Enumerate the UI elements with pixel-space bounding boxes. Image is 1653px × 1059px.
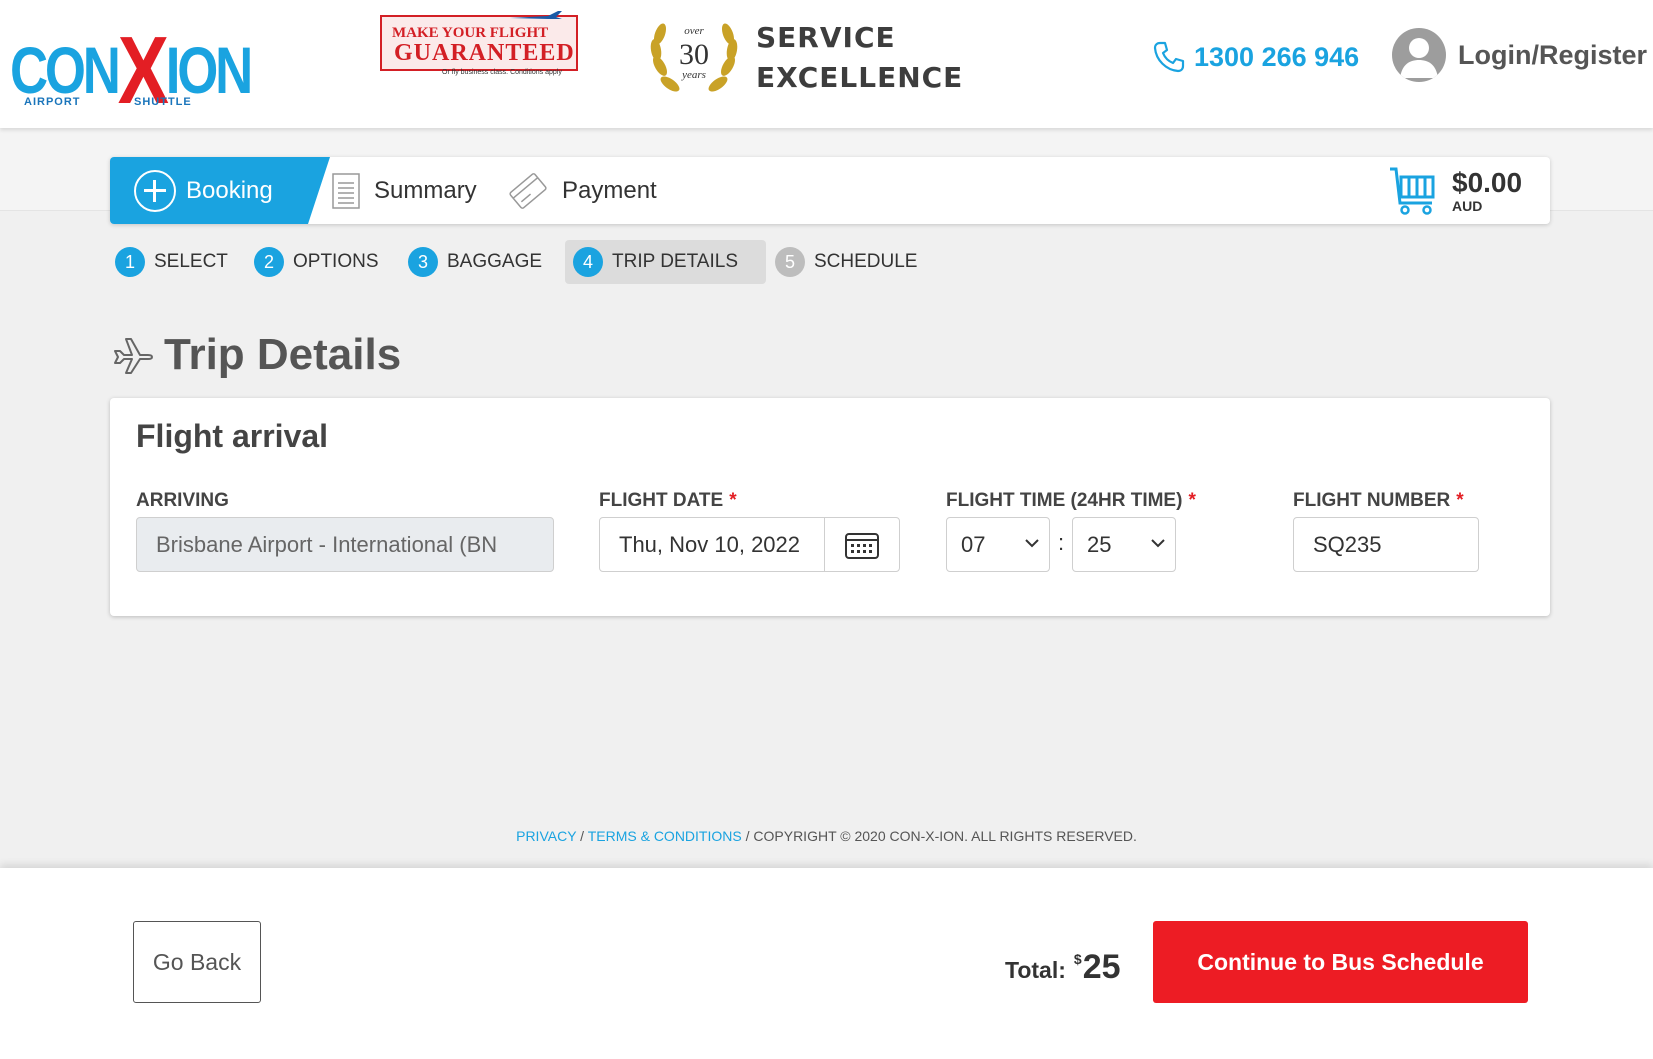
step-baggage[interactable]: 3 BAGGAGE [408, 240, 542, 284]
document-icon [332, 172, 360, 209]
arriving-field[interactable]: Brisbane Airport - International (BN [136, 517, 554, 572]
flight-number-input[interactable]: SQ235 [1293, 517, 1479, 572]
order-total: Total: $ 25 [1005, 948, 1121, 986]
phone-link[interactable]: 1300 266 946 [1152, 40, 1359, 74]
user-avatar-icon [1392, 28, 1446, 82]
airplane-icon [510, 11, 562, 19]
footer-links: PRIVACY / TERMS & CONDITIONS / COPYRIGHT… [516, 828, 1137, 844]
flight-hour-select[interactable]: 07 [946, 517, 1050, 572]
continue-to-bus-schedule-button[interactable]: Continue to Bus Schedule [1153, 921, 1528, 1003]
flight-arrival-card: Flight arrival ARRIVING Brisbane Airport… [110, 398, 1550, 616]
step-select[interactable]: 1 SELECT [115, 240, 228, 284]
step-trip-details[interactable]: 4 TRIP DETAILS [565, 240, 766, 284]
privacy-link[interactable]: PRIVACY [516, 828, 576, 844]
cart-summary[interactable]: $0.00 AUD [1388, 165, 1522, 217]
chevron-down-icon [1151, 539, 1165, 548]
tab-summary[interactable]: Summary [332, 157, 477, 224]
login-register-link[interactable]: Login/Register [1392, 28, 1647, 82]
chevron-down-icon [1025, 539, 1039, 548]
svg-text:over: over [684, 25, 704, 37]
flight-arrival-title: Flight arrival [136, 418, 329, 454]
calendar-icon [845, 532, 879, 559]
go-back-button[interactable]: Go Back [133, 921, 261, 1003]
bottom-action-bar: Go Back Total: $ 25 Continue to Bus Sche… [0, 868, 1653, 1059]
flight-time-label: FLIGHT TIME (24HR TIME) * [946, 490, 1196, 511]
shopping-cart-icon [1390, 167, 1435, 215]
flight-guarantee-banner: MAKE YOUR FLIGHT GUARANTEED Or fly busin… [380, 11, 578, 77]
flight-number-label: FLIGHT NUMBER * [1293, 490, 1464, 511]
copyright-text: / COPYRIGHT © 2020 CON-X-ION. ALL RIGHTS… [745, 828, 1137, 844]
checkout-tabs: Booking Summary Payment $0.00 AUD [110, 157, 1550, 224]
airplane-icon [114, 338, 153, 374]
laurel-award-icon: over 30 years [650, 23, 738, 92]
site-header: CONXION AIRPORT SHUTTLE MAKE YOUR FLIGHT… [0, 0, 1653, 128]
step-options[interactable]: 2 OPTIONS [254, 240, 379, 284]
svg-text:years: years [681, 69, 706, 81]
flight-date-input[interactable]: Thu, Nov 10, 2022 [599, 517, 825, 572]
calendar-button[interactable] [824, 517, 900, 572]
page-title: Trip Details [112, 330, 401, 380]
credit-card-icon [509, 172, 547, 209]
step-schedule[interactable]: 5 SCHEDULE [775, 240, 917, 284]
svg-text:30: 30 [679, 38, 709, 71]
plus-circle-icon [134, 169, 176, 212]
tab-payment[interactable]: Payment [508, 157, 657, 224]
terms-link[interactable]: TERMS & CONDITIONS [588, 828, 742, 844]
arriving-label: ARRIVING [136, 490, 229, 511]
con-x-ion-logo[interactable]: CONXION AIRPORT SHUTTLE [10, 10, 253, 119]
flight-minute-select[interactable]: 25 [1072, 517, 1176, 572]
flight-date-label: FLIGHT DATE * [599, 490, 737, 511]
phone-icon [1153, 41, 1185, 73]
service-excellence-text: SERVICE EXCELLENCE [756, 21, 964, 94]
tab-booking[interactable]: Booking [110, 157, 330, 224]
booking-steps: 1 SELECT 2 OPTIONS 3 BAGGAGE 4 TRIP DETAILS … [115, 240, 1015, 284]
